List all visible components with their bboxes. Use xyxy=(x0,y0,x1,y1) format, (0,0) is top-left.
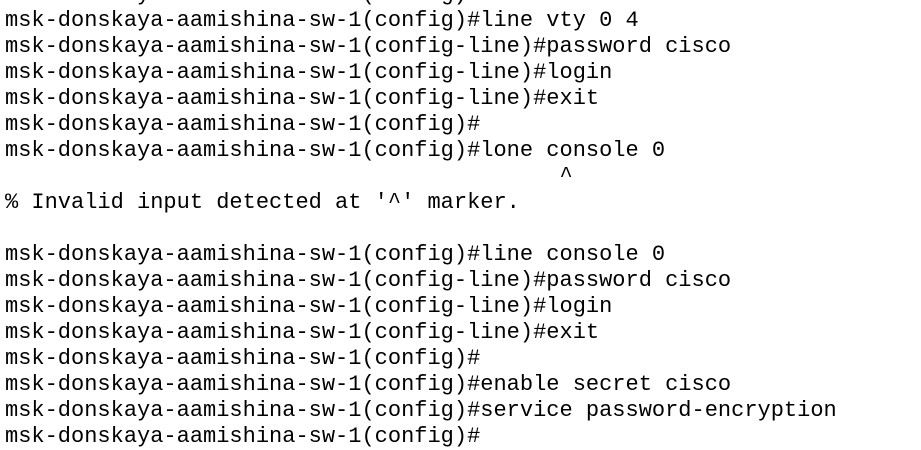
terminal-line: msk-donskaya-aamishina-sw-1(config-line)… xyxy=(5,268,732,293)
terminal-line: msk-donskaya-aamishina-sw-1(config)# xyxy=(5,112,481,137)
terminal-line: msk-donskaya-aamishina-sw-1(config)# xyxy=(5,346,481,371)
terminal-output[interactable]: msk-donskaya-aamishina-sw-1(config)# msk… xyxy=(0,0,921,450)
terminal-line: msk-donskaya-aamishina-sw-1(config-line)… xyxy=(5,86,600,111)
terminal-line: msk-donskaya-aamishina-sw-1(config)# xyxy=(0,0,921,8)
terminal-line: msk-donskaya-aamishina-sw-1(config-line)… xyxy=(5,34,732,59)
error-message: % Invalid input detected at '^' marker. xyxy=(5,190,520,215)
terminal-line: msk-donskaya-aamishina-sw-1(config)#line… xyxy=(5,8,639,33)
terminal-line: msk-donskaya-aamishina-sw-1(config-line)… xyxy=(5,320,600,345)
error-caret-marker: ^ xyxy=(5,164,573,189)
terminal-prompt-line[interactable]: msk-donskaya-aamishina-sw-1(config)# xyxy=(0,424,921,450)
terminal-line: msk-donskaya-aamishina-sw-1(config)#serv… xyxy=(5,398,837,423)
terminal-line: msk-donskaya-aamishina-sw-1(config)#line… xyxy=(5,242,666,267)
terminal-line: msk-donskaya-aamishina-sw-1(config)#enab… xyxy=(5,372,732,397)
terminal-line: msk-donskaya-aamishina-sw-1(config)#lone… xyxy=(5,138,666,163)
terminal-line: msk-donskaya-aamishina-sw-1(config-line)… xyxy=(5,294,613,319)
terminal-line: msk-donskaya-aamishina-sw-1(config-line)… xyxy=(5,60,613,85)
